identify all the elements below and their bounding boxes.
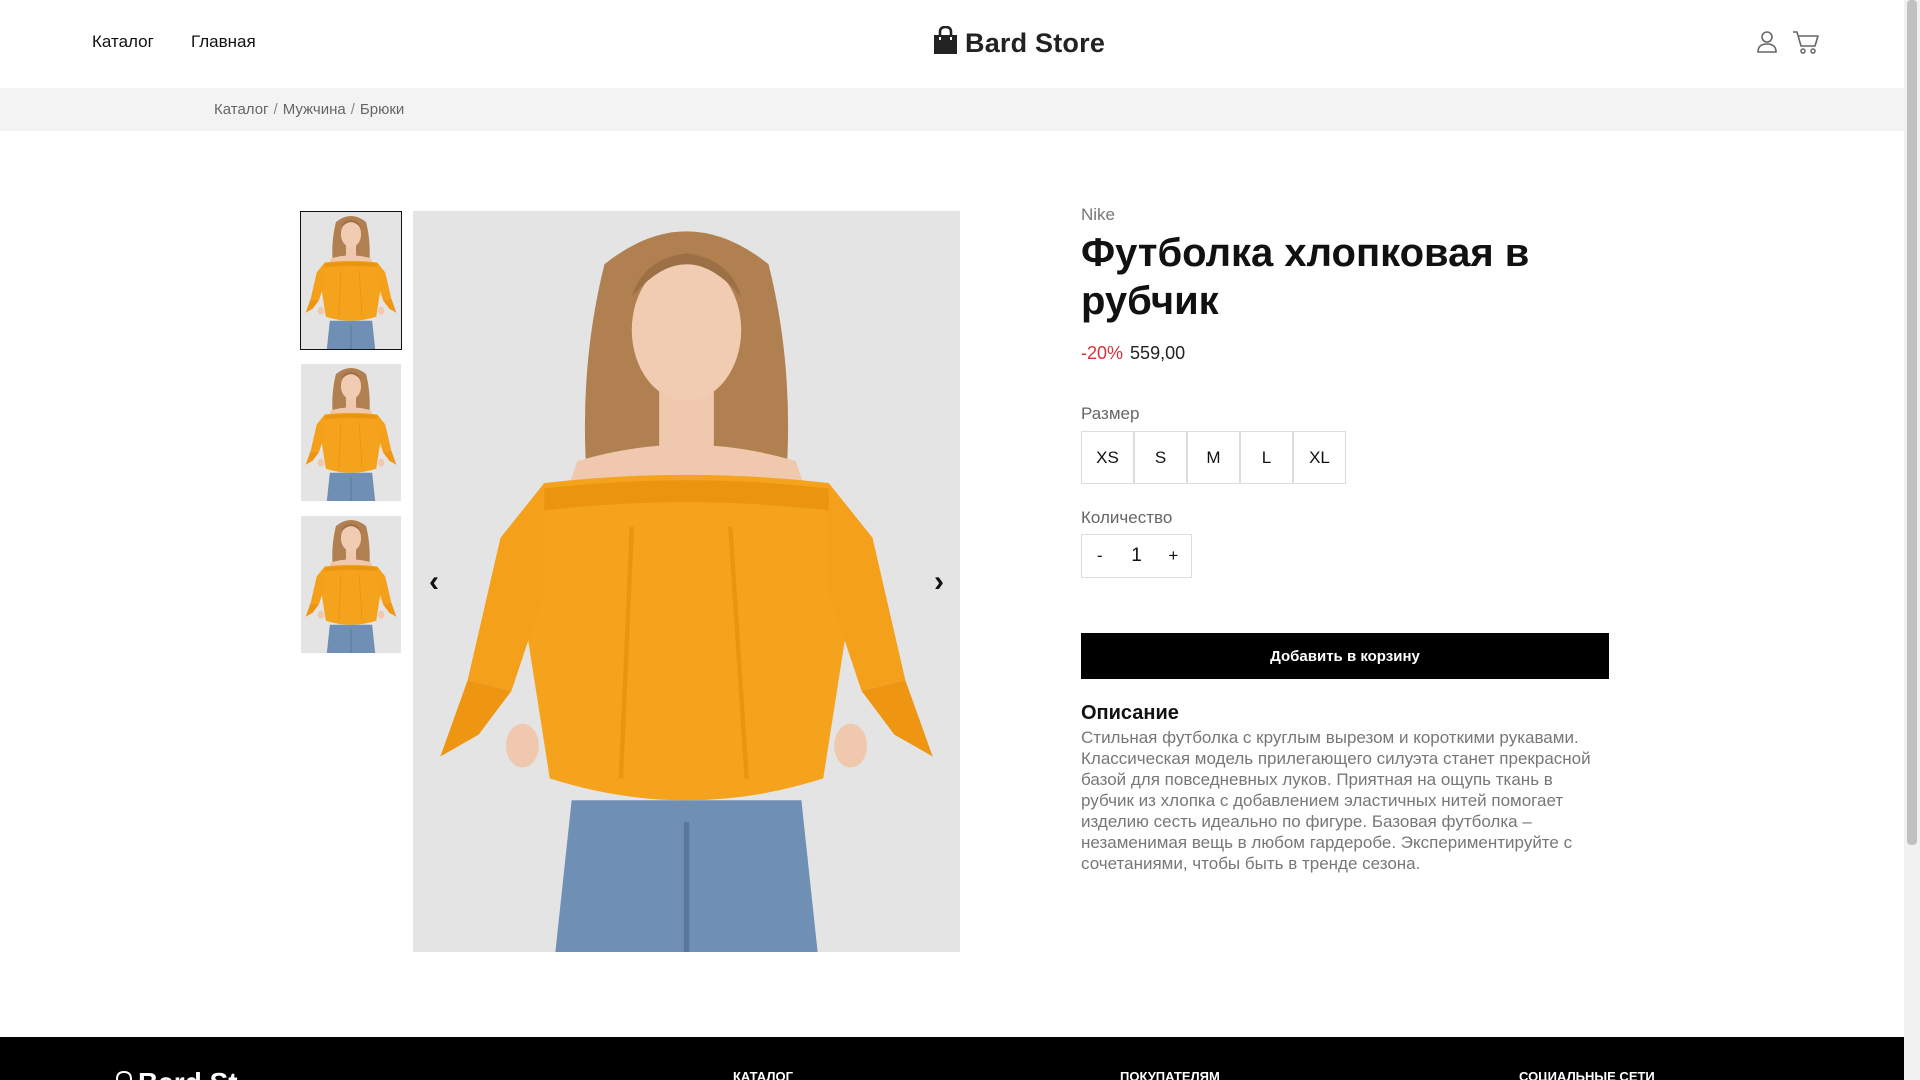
product-price: 559,00 — [1130, 343, 1186, 363]
quantity-increase-button[interactable]: + — [1156, 546, 1191, 566]
thumbnail-1[interactable] — [300, 211, 402, 350]
breadcrumb-bar: Каталог / Мужчина / Брюки — [0, 88, 1904, 131]
size-option-s[interactable]: S — [1134, 431, 1187, 484]
description-title: Описание — [1081, 702, 1179, 724]
size-option-xs[interactable]: XS — [1081, 431, 1134, 484]
footer-heading-customers: ПОКУПАТЕЛЯМ — [1120, 1069, 1220, 1080]
product-brand[interactable]: Nike — [1081, 205, 1609, 225]
size-option-m[interactable]: M — [1187, 431, 1240, 484]
breadcrumb-catalog[interactable]: Каталог — [214, 101, 269, 118]
site-footer: Bard St КАТАЛОГ ПОКУПАТЕЛЯМ СОЦИАЛЬНЫЕ С… — [0, 1037, 1904, 1080]
header-actions — [1756, 29, 1820, 55]
quantity-decrease-button[interactable]: - — [1082, 546, 1117, 566]
breadcrumb-separator: / — [273, 101, 278, 118]
breadcrumb-separator: / — [350, 101, 355, 118]
footer-heading-social: СОЦИАЛЬНЫЕ СЕТИ — [1519, 1069, 1655, 1080]
product-info: Nike Футболка хлопковая в рубчик -20% 55… — [1081, 205, 1609, 874]
location-pin-icon — [115, 1070, 133, 1080]
nav-catalog-link[interactable]: Каталог — [92, 32, 154, 52]
thumbnail-2[interactable] — [300, 363, 402, 502]
next-image-arrow[interactable]: › — [934, 567, 944, 597]
scrollbar-thumb[interactable] — [1907, 0, 1917, 845]
price-row: -20% 559,00 — [1081, 343, 1609, 364]
add-to-cart-button[interactable]: Добавить в корзину — [1081, 633, 1609, 679]
user-icon[interactable] — [1756, 30, 1778, 54]
site-logo[interactable]: Bard Store — [932, 25, 1106, 61]
page-scrollbar[interactable] — [1904, 0, 1920, 1080]
size-selector: XS S M L XL — [1081, 431, 1609, 484]
nav-home-link[interactable]: Главная — [191, 32, 256, 52]
description-text: Стильная футболка с круглым вырезом и ко… — [1081, 728, 1591, 873]
product-main-image: ‹ › — [413, 211, 960, 952]
size-option-l[interactable]: L — [1240, 431, 1293, 484]
prev-image-arrow[interactable]: ‹ — [429, 567, 439, 597]
footer-logo[interactable]: Bard St — [115, 1067, 238, 1080]
breadcrumb-trousers[interactable]: Брюки — [360, 101, 404, 118]
cart-icon[interactable] — [1792, 29, 1820, 55]
site-header: Каталог Главная Bard Store — [0, 0, 1904, 88]
discount-badge: -20% — [1081, 343, 1124, 363]
breadcrumb: Каталог / Мужчина / Брюки — [214, 101, 404, 118]
size-option-xl[interactable]: XL — [1293, 431, 1346, 484]
footer-heading-catalog: КАТАЛОГ — [733, 1069, 793, 1080]
footer-logo-text: Bard St — [138, 1067, 238, 1080]
quantity-stepper: - 1 + — [1081, 534, 1192, 578]
quantity-value[interactable]: 1 — [1117, 545, 1155, 567]
breadcrumb-men[interactable]: Мужчина — [283, 101, 346, 118]
product-title: Футболка хлопковая в рубчик — [1081, 231, 1530, 323]
thumbnail-list — [300, 211, 402, 667]
product-photo — [413, 211, 960, 952]
quantity-label: Количество — [1081, 508, 1173, 527]
thumbnail-3[interactable] — [300, 515, 402, 654]
size-label: Размер — [1081, 404, 1140, 423]
shopping-bag-icon — [932, 25, 959, 61]
logo-text: Bard Store — [965, 28, 1106, 58]
